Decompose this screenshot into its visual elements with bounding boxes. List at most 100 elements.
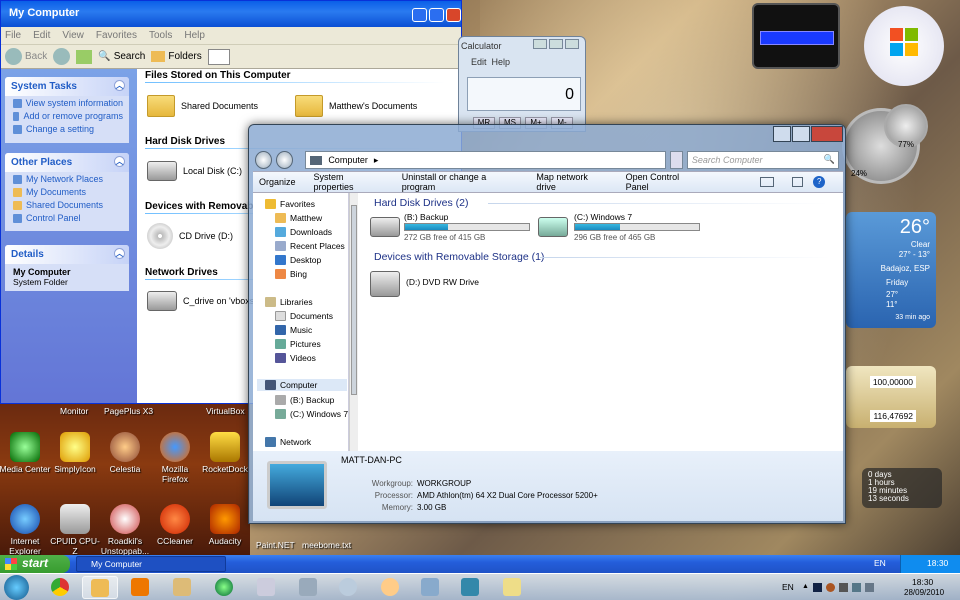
drive-windows7[interactable]: (C:) Windows 7 296 GB free of 465 GB	[538, 211, 704, 243]
w7-close-button[interactable]	[811, 126, 843, 142]
back-button[interactable]: Back	[5, 48, 47, 65]
w7-date[interactable]: 28/09/2010	[904, 588, 944, 597]
w7-clock[interactable]: 18:30	[912, 577, 933, 587]
refresh-button[interactable]	[669, 151, 683, 169]
task-view-system-info[interactable]: View system information	[5, 96, 129, 109]
forward-button[interactable]	[53, 48, 71, 65]
nav-music[interactable]: Music	[275, 325, 312, 335]
nav-windows7-drive[interactable]: (C:) Windows 7	[275, 409, 348, 419]
desktop-icon-cpuz[interactable]: CPUID CPU-Z	[48, 504, 102, 556]
open-control-panel-button[interactable]: Open Control Panel	[626, 172, 703, 192]
nav-desktop[interactable]: Desktop	[275, 255, 321, 265]
nav-scrollbar[interactable]	[349, 193, 358, 451]
w7-lang[interactable]: EN	[782, 582, 794, 592]
taskbar-calculator[interactable]	[290, 576, 326, 599]
views-button[interactable]	[207, 48, 230, 65]
drive-backup[interactable]: (B:) Backup 272 GB free of 415 GB	[370, 211, 530, 243]
nav-videos[interactable]: Videos	[275, 353, 316, 363]
calc-menu-help[interactable]: Help	[492, 57, 511, 67]
chevron-up-icon[interactable]: ︿	[114, 80, 125, 91]
minimize-button[interactable]	[412, 8, 427, 22]
w7-maximize-button[interactable]	[792, 126, 810, 142]
taskbar-app12[interactable]	[494, 576, 530, 599]
map-network-drive-button[interactable]: Map network drive	[536, 172, 607, 192]
removable-group-header[interactable]: Devices with Removable Storage (1)	[374, 251, 544, 263]
taskbar-my-computer[interactable]: My Computer	[76, 556, 226, 572]
media-gadget[interactable]	[752, 3, 840, 69]
scroll-thumb[interactable]	[351, 205, 357, 395]
item-shared-documents[interactable]: Shared Documents	[147, 95, 258, 117]
taskbar-media-player[interactable]	[122, 576, 158, 599]
desktop-icon-ccleaner[interactable]: CCleaner	[148, 504, 202, 546]
calc-minimize-button[interactable]	[533, 39, 547, 49]
desktop-icon-firefox[interactable]: Mozilla Firefox	[148, 432, 202, 484]
task-add-remove[interactable]: Add or remove programs	[5, 109, 129, 122]
close-button[interactable]	[446, 8, 461, 22]
desktop-icon-rocketdock[interactable]: RocketDock	[198, 432, 252, 474]
network-icon[interactable]	[851, 583, 861, 592]
nav-recent-places[interactable]: Recent Places	[275, 241, 345, 251]
other-places-header[interactable]: Other Places ︿	[5, 153, 129, 172]
menu-tools[interactable]: Tools	[149, 30, 172, 41]
taskbar-virtualbox[interactable]	[452, 576, 488, 599]
place-my-documents[interactable]: My Documents	[5, 185, 129, 198]
nav-computer[interactable]: Computer	[257, 379, 347, 391]
menu-edit[interactable]: Edit	[33, 30, 50, 41]
desktop-icon-ie[interactable]: Internet Explorer	[0, 504, 52, 556]
chevron-up-icon[interactable]: ︿	[114, 248, 125, 259]
calc-menu-edit[interactable]: Edit	[471, 57, 487, 67]
nav-backup-drive[interactable]: (B:) Backup	[275, 395, 334, 405]
taskbar-chrome[interactable]	[42, 576, 78, 599]
taskbar-app10[interactable]	[412, 576, 448, 599]
explorer-window[interactable]: Computer ▸ Search Computer 🔍 Organize Syst…	[248, 124, 846, 524]
taskbar-folder[interactable]	[164, 576, 200, 599]
item-matthews-documents[interactable]: Matthew's Documents	[295, 95, 417, 117]
nav-matthew[interactable]: Matthew	[275, 213, 322, 223]
desktop-file-paintnet[interactable]: Paint.NET	[256, 540, 295, 550]
organize-button[interactable]: Organize	[259, 177, 296, 187]
show-hidden-icon[interactable]: ▲	[802, 583, 809, 592]
w7-minimize-button[interactable]	[773, 126, 791, 142]
nav-documents[interactable]: Documents	[275, 311, 333, 321]
back-arrow-icon[interactable]	[255, 151, 273, 169]
help-icon[interactable]: ?	[813, 176, 825, 188]
maximize-button[interactable]	[429, 8, 444, 22]
flag-icon[interactable]	[812, 583, 822, 592]
taskbar-app8[interactable]	[330, 576, 366, 599]
details-header[interactable]: Details ︿	[5, 245, 129, 264]
item-network-drive[interactable]: C_drive on 'vboxsvr'	[147, 291, 263, 311]
nav-network[interactable]: Network	[265, 437, 311, 447]
desktop-label-pageplus[interactable]: PagePlus X3	[104, 406, 153, 416]
app-tray-icon[interactable]	[838, 583, 848, 592]
taskbar-app9[interactable]	[372, 576, 408, 599]
taskbar-windows[interactable]	[206, 576, 242, 599]
chevron-up-icon[interactable]: ︿	[114, 156, 125, 167]
menu-view[interactable]: View	[62, 30, 84, 41]
desktop-icon-media-center[interactable]: Media Center	[0, 432, 52, 474]
place-control-panel[interactable]: Control Panel	[5, 211, 129, 224]
drive-dvd[interactable]: (D:) DVD RW Drive	[370, 269, 500, 299]
nav-bing[interactable]: Bing	[275, 269, 307, 279]
forward-arrow-icon[interactable]	[276, 151, 294, 169]
up-folder-icon[interactable]	[76, 49, 93, 64]
start-orb-icon[interactable]	[4, 575, 29, 600]
desktop-label-virtualbox[interactable]: VirtualBox	[206, 406, 245, 416]
taskbar-explorer[interactable]	[82, 576, 118, 599]
desktop-icon-audacity[interactable]: Audacity	[198, 504, 252, 546]
xp-title-bar[interactable]: My Computer	[1, 1, 461, 27]
folders-button[interactable]: Folders	[151, 51, 202, 62]
preview-pane-icon[interactable]	[791, 177, 804, 187]
nav-downloads[interactable]: Downloads	[275, 227, 332, 237]
system-properties-button[interactable]: System properties	[314, 172, 384, 192]
menu-file[interactable]: File	[5, 30, 21, 41]
system-tasks-header[interactable]: System Tasks ︿	[5, 77, 129, 96]
calculator-window[interactable]: Calculator Edit Help 0 MR MS M+ M-	[458, 36, 586, 132]
breadcrumb[interactable]: Computer ▸	[305, 151, 666, 169]
search-button[interactable]: 🔍 Search	[98, 51, 145, 62]
calc-maximize-button[interactable]	[549, 39, 563, 49]
desktop-file-meebome[interactable]: meebome.txt	[302, 540, 351, 550]
item-local-disk[interactable]: Local Disk (C:)	[147, 161, 242, 181]
nav-pictures[interactable]: Pictures	[275, 339, 321, 349]
desktop-icon-celestia[interactable]: Celestia	[98, 432, 152, 474]
uninstall-button[interactable]: Uninstall or change a program	[402, 172, 519, 192]
